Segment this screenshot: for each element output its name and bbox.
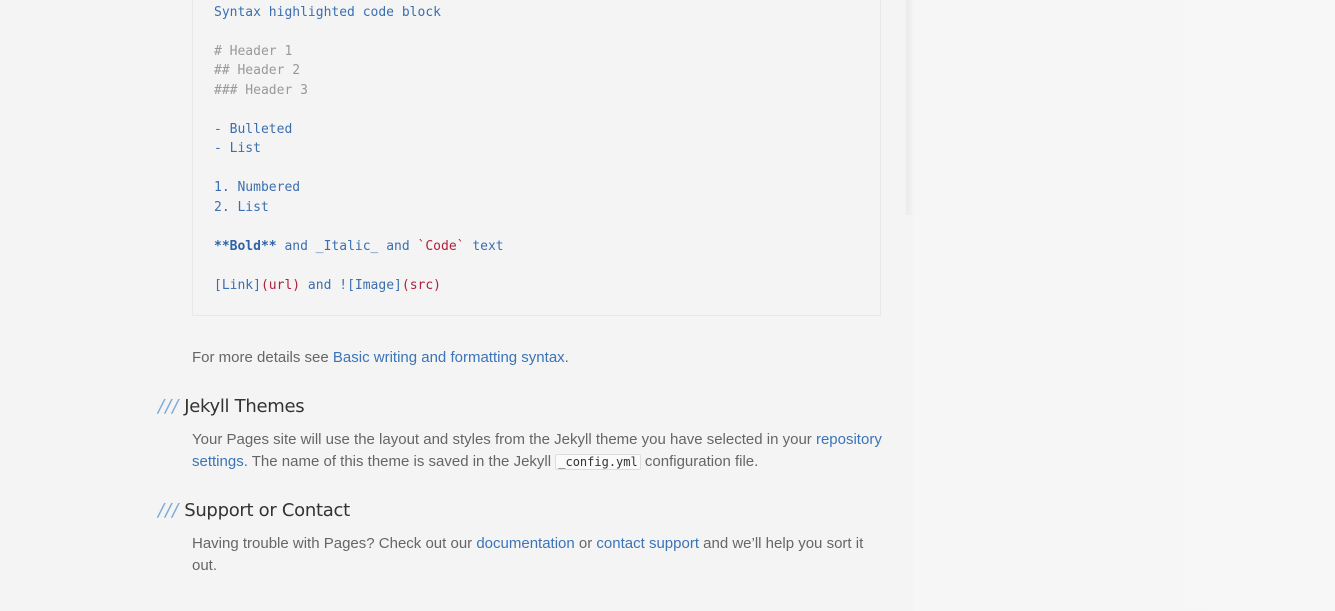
code-block: Syntax highlighted code block # Header 1… (192, 0, 881, 316)
code-token-link-text: [Link] (214, 278, 261, 293)
code-line: ### Header 3 (214, 83, 308, 98)
support-paragraph: Having trouble with Pages? Check out our… (192, 533, 892, 577)
code-line: [Link](url) and ![Image](src) (214, 276, 441, 296)
code-token-link-url: (url) (260, 278, 301, 293)
code-token: and (300, 278, 340, 293)
code-line: 2. List (214, 200, 269, 215)
support-text: out. (192, 557, 218, 574)
repository-link[interactable]: repository (816, 431, 882, 448)
heading-slashes: /// (158, 500, 180, 521)
config-file-code: _config.yml (555, 454, 641, 470)
code-line: # Header 1 (214, 44, 293, 59)
details-suffix: . (564, 349, 569, 366)
code-line: **Bold** and _Italic_ and `Code` text (214, 237, 504, 257)
heading-text: Jekyll Themes (184, 396, 305, 417)
support-text: Having trouble with Pages? Check out our (192, 535, 477, 552)
code-token-image-src: (src) (401, 278, 442, 293)
jekyll-themes-heading: ///Jekyll Themes (158, 396, 305, 417)
settings-link[interactable]: settings (192, 453, 244, 470)
code-token-bold: **Bold** (214, 239, 277, 254)
support-text: and we’ll help you sort it (698, 535, 864, 552)
heading-slashes: /// (158, 396, 180, 417)
details-prefix: For more details see (192, 349, 333, 366)
support-contact-heading: ///Support or Contact (158, 500, 350, 521)
code-token: text (464, 239, 504, 254)
contact-support-link[interactable]: contact support (596, 535, 699, 552)
code-line: ## Header 2 (214, 63, 301, 78)
documentation-link[interactable]: documentation (476, 535, 574, 552)
jekyll-text: Your Pages site will use the layout and … (192, 431, 816, 448)
formatting-syntax-link[interactable]: Basic writing and formatting syntax (333, 349, 565, 366)
jekyll-text: configuration file. (640, 453, 759, 470)
content-edge-shadow (906, 0, 914, 215)
support-text: or (574, 535, 597, 552)
code-line: - Bulleted (214, 122, 293, 137)
code-line: - List (214, 141, 261, 156)
code-line: 1. Numbered (214, 180, 301, 195)
code-token: and (276, 239, 316, 254)
heading-text: Support or Contact (184, 500, 350, 521)
code-token-italic: _Italic_ (315, 239, 379, 254)
code-token: and (378, 239, 418, 254)
code-token-code: `Code` (417, 239, 465, 254)
details-paragraph: For more details see Basic writing and f… (192, 347, 892, 369)
jekyll-paragraph: Your Pages site will use the layout and … (192, 429, 892, 473)
jekyll-text: . The name of this theme is saved in the… (243, 453, 556, 470)
code-token-image-alt: ![Image] (339, 278, 402, 293)
code-line: Syntax highlighted code block (214, 5, 441, 20)
